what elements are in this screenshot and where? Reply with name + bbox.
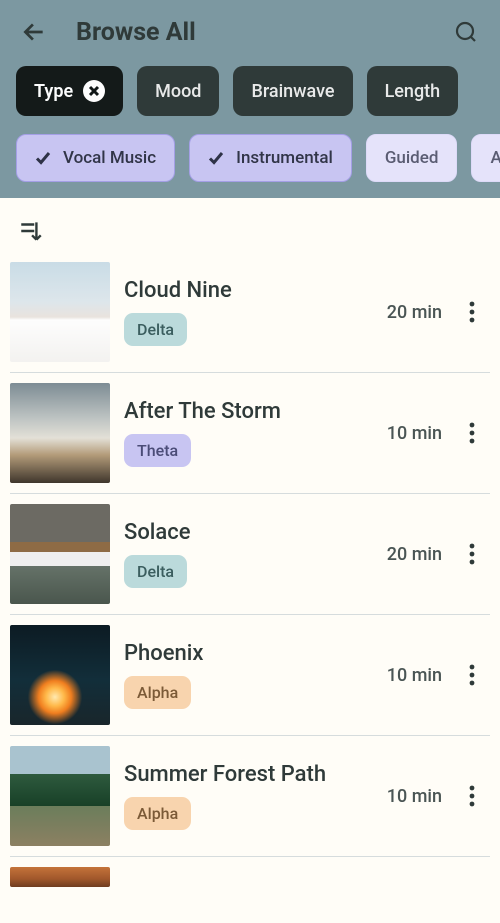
back-button[interactable]	[16, 14, 52, 50]
track-thumbnail[interactable]	[10, 262, 110, 362]
sort-button[interactable]	[16, 216, 46, 246]
filter-chip-label: Mood	[155, 81, 201, 102]
track-row[interactable]: Phoenix Alpha 10 min	[10, 615, 490, 736]
filter-category-row: Type Mood Brainwave Length	[0, 60, 500, 116]
filter-chip-label: Type	[34, 81, 73, 102]
filter-chip-brainwave[interactable]: Brainwave	[233, 66, 352, 116]
more-button[interactable]	[460, 781, 484, 811]
header-region: Browse All Type Mood Brainwave Length Vo…	[0, 0, 500, 198]
filter-chip-mood[interactable]: Mood	[137, 66, 219, 116]
filter-chip-label: Brainwave	[251, 81, 334, 102]
track-info: Cloud Nine Delta	[110, 278, 387, 346]
more-vertical-icon	[469, 422, 475, 444]
track-meta: 20 min	[387, 297, 490, 327]
brainwave-tag: Theta	[124, 434, 191, 467]
arrow-left-icon	[21, 19, 47, 45]
track-row[interactable]: Summer Forest Path Alpha 10 min	[10, 736, 490, 857]
track-thumbnail[interactable]	[10, 504, 110, 604]
track-duration: 10 min	[387, 423, 442, 444]
top-bar: Browse All	[0, 0, 500, 60]
more-vertical-icon	[469, 543, 475, 565]
filter-chip-length[interactable]: Length	[367, 66, 459, 116]
type-chip-guided[interactable]: Guided	[366, 134, 458, 182]
track-info: Solace Delta	[110, 520, 387, 588]
more-button[interactable]	[460, 297, 484, 327]
track-duration: 10 min	[387, 786, 442, 807]
track-meta: 10 min	[387, 660, 490, 690]
brainwave-tag: Alpha	[124, 676, 191, 709]
filter-chip-type[interactable]: Type	[16, 66, 123, 116]
track-info: Phoenix Alpha	[110, 641, 387, 709]
filter-chip-label: Length	[385, 81, 441, 102]
filter-type-row[interactable]: Vocal Music Instrumental Guided Affirmat…	[0, 116, 500, 182]
close-icon	[88, 85, 100, 97]
type-chip-label: Guided	[385, 148, 439, 168]
track-row[interactable]: Cloud Nine Delta 20 min	[10, 252, 490, 373]
more-button[interactable]	[460, 660, 484, 690]
track-title: Solace	[124, 520, 373, 545]
type-chip-instrumental[interactable]: Instrumental	[189, 134, 352, 182]
track-meta: 10 min	[387, 781, 490, 811]
type-chip-vocal-music[interactable]: Vocal Music	[16, 134, 175, 182]
track-info: After The Storm Theta	[110, 399, 387, 467]
clear-type-filter[interactable]	[83, 80, 105, 102]
more-vertical-icon	[469, 301, 475, 323]
track-duration: 20 min	[387, 544, 442, 565]
track-list[interactable]: Cloud Nine Delta 20 min After The Storm …	[0, 252, 500, 887]
track-thumbnail[interactable]	[10, 625, 110, 725]
track-duration: 20 min	[387, 302, 442, 323]
sort-row	[0, 198, 500, 252]
more-button[interactable]	[460, 539, 484, 569]
type-chip-label: Instrumental	[236, 148, 333, 168]
track-thumbnail[interactable]	[10, 867, 110, 887]
track-duration: 10 min	[387, 665, 442, 686]
track-row[interactable]: Solace Delta 20 min	[10, 494, 490, 615]
type-chip-label: Affirmations	[490, 148, 500, 168]
brainwave-tag: Delta	[124, 313, 187, 346]
content-region: Cloud Nine Delta 20 min After The Storm …	[0, 198, 500, 887]
track-title: Phoenix	[124, 641, 373, 666]
check-icon	[208, 150, 224, 166]
track-meta: 20 min	[387, 539, 490, 569]
search-icon	[454, 20, 478, 44]
check-icon	[35, 150, 51, 166]
type-chip-label: Vocal Music	[63, 148, 156, 168]
more-vertical-icon	[469, 785, 475, 807]
type-chip-affirmations[interactable]: Affirmations	[471, 134, 500, 182]
page-title: Browse All	[76, 18, 196, 47]
sort-icon	[18, 218, 44, 244]
track-title: Summer Forest Path	[124, 762, 373, 787]
track-thumbnail[interactable]	[10, 746, 110, 846]
more-vertical-icon	[469, 664, 475, 686]
more-button[interactable]	[460, 418, 484, 448]
track-title: Cloud Nine	[124, 278, 373, 303]
brainwave-tag: Delta	[124, 555, 187, 588]
track-row[interactable]: After The Storm Theta 10 min	[10, 373, 490, 494]
track-thumbnail[interactable]	[10, 383, 110, 483]
brainwave-tag: Alpha	[124, 797, 191, 830]
search-button[interactable]	[448, 14, 484, 50]
track-meta: 10 min	[387, 418, 490, 448]
track-row[interactable]	[10, 857, 490, 887]
track-title: After The Storm	[124, 399, 373, 424]
track-info: Summer Forest Path Alpha	[110, 762, 387, 830]
